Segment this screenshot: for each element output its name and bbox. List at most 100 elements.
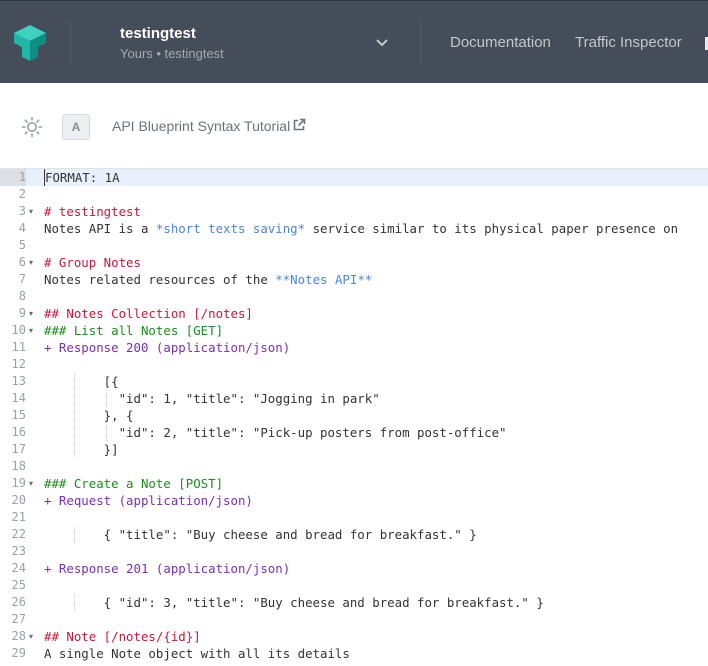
code-line[interactable]: 17 }] [0, 441, 708, 458]
code-line[interactable]: 26 { "id": 3, "title": "Buy cheese and b… [0, 594, 708, 611]
code-token: ## Notes Collection [/notes] [44, 306, 253, 321]
line-number: 9 [18, 306, 26, 320]
code-line[interactable]: 23 [0, 543, 708, 560]
code-token: ### Create a Note [POST] [44, 476, 224, 491]
code-editor[interactable]: 1 FORMAT: 1A 2 3 ▾ # testingtest 4 Notes API is… [0, 169, 708, 666]
line-number: 22 [11, 527, 26, 541]
code-token: service similar to its physical paper pr… [305, 221, 679, 236]
line-number: 6 [18, 255, 26, 269]
code-token: }, { [44, 408, 134, 423]
code-line[interactable]: 2 [0, 186, 708, 203]
code-text: + Request (application/json) [44, 492, 253, 509]
code-line[interactable]: 29 A single Note object with all its deta… [0, 645, 708, 662]
code-text: "id": 1, "title": "Jogging in park" [44, 390, 380, 407]
code-line[interactable]: 4 Notes API is a *short texts saving* ser… [0, 220, 708, 237]
code-token: ## Note [/notes/{id}] [44, 629, 201, 644]
line-number: 10 [11, 323, 26, 337]
code-line[interactable]: 19 ▾ ### Create a Note [POST] [0, 475, 708, 492]
project-name[interactable]: testingtest [120, 25, 196, 42]
line-number: 20 [11, 493, 26, 507]
line-number: 11 [11, 340, 26, 354]
fold-arrow-icon[interactable]: ▾ [29, 628, 37, 645]
code-token: # testingtest [44, 204, 141, 219]
code-line[interactable]: 12 [0, 356, 708, 373]
line-number: 29 [11, 646, 26, 660]
code-token: Notes API is a [44, 221, 156, 236]
code-text: + Response 200 (application/json) [44, 339, 290, 356]
code-text: "id": 2, "title": "Pick-up posters from … [44, 424, 507, 441]
code-line[interactable]: 22 { "title": "Buy cheese and bread for … [0, 526, 708, 543]
code-line[interactable]: 3 ▾ # testingtest [0, 203, 708, 220]
divider [420, 21, 421, 65]
code-text: + Response 201 (application/json) [44, 560, 290, 577]
indent-guide [106, 424, 107, 441]
code-token: [{ [44, 374, 119, 389]
code-line[interactable]: 27 [0, 611, 708, 628]
code-token: + Request (application/json) [44, 493, 253, 508]
code-token: "id": 1, "title": "Jogging in park" [44, 391, 380, 406]
code-line[interactable]: 7 Notes related resources of the **Notes … [0, 271, 708, 288]
code-line[interactable]: 5 [0, 237, 708, 254]
fold-arrow-icon[interactable]: ▾ [29, 475, 37, 492]
code-text: { "id": 3, "title": "Buy cheese and brea… [44, 594, 544, 611]
line-number: 16 [11, 425, 26, 439]
tutorial-link[interactable]: API Blueprint Syntax Tutorial [112, 118, 306, 134]
code-line[interactable]: 6 ▾ # Group Notes [0, 254, 708, 271]
line-number: 28 [11, 629, 26, 643]
code-text: ## Notes Collection [/notes] [44, 305, 253, 322]
line-number: 12 [11, 357, 26, 371]
code-line[interactable]: 21 [0, 509, 708, 526]
code-text: ### Create a Note [POST] [44, 475, 223, 492]
project-owner: Yours • testingtest [120, 46, 224, 61]
code-line[interactable]: 28 ▾ ## Note [/notes/{id}] [0, 628, 708, 645]
code-text: Notes API is a *short texts saving* serv… [44, 220, 678, 237]
line-number: 5 [18, 238, 26, 252]
nav-documentation[interactable]: Documentation [450, 34, 551, 51]
chevron-down-icon[interactable] [374, 35, 390, 51]
code-line[interactable]: 13 [{ [0, 373, 708, 390]
code-text: }, { [44, 407, 134, 424]
line-number: 13 [11, 374, 26, 388]
code-token: **Notes API** [275, 272, 373, 287]
line-number: 21 [11, 510, 26, 524]
code-line[interactable]: 20 + Request (application/json) [0, 492, 708, 509]
fold-arrow-icon[interactable]: ▾ [29, 322, 37, 339]
fold-arrow-icon[interactable]: ▾ [29, 254, 37, 271]
apiary-logo-icon[interactable] [10, 23, 50, 63]
code-text: FORMAT: 1A [44, 169, 120, 186]
code-text: }] [44, 441, 119, 458]
code-line[interactable]: 8 [0, 288, 708, 305]
line-number: 3 [18, 204, 26, 218]
code-text: # testingtest [44, 203, 141, 220]
code-line[interactable]: 1 FORMAT: 1A [0, 169, 708, 186]
line-number: 27 [11, 612, 26, 626]
code-text: { "title": "Buy cheese and bread for bre… [44, 526, 477, 543]
external-link-icon [293, 118, 306, 131]
code-text: Notes related resources of the **Notes A… [44, 271, 372, 288]
code-line[interactable]: 9 ▾ ## Notes Collection [/notes] [0, 305, 708, 322]
code-line[interactable]: 25 [0, 577, 708, 594]
divider [70, 21, 71, 65]
code-line[interactable]: 11 + Response 200 (application/json) [0, 339, 708, 356]
fold-arrow-icon[interactable]: ▾ [29, 305, 37, 322]
code-text: # Group Notes [44, 254, 141, 271]
nav-traffic-inspector[interactable]: Traffic Inspector [575, 34, 682, 51]
fold-arrow-icon[interactable]: ▾ [29, 203, 37, 220]
code-text: A single Note object with all its detail… [44, 645, 350, 662]
line-number: 17 [11, 442, 26, 456]
line-number: 14 [11, 391, 26, 405]
line-number: 2 [18, 187, 26, 201]
font-size-button[interactable]: A [62, 114, 90, 140]
code-line[interactable]: 18 [0, 458, 708, 475]
code-line[interactable]: 24 + Response 201 (application/json) [0, 560, 708, 577]
code-token: FORMAT: 1A [45, 170, 120, 185]
code-token: *short texts saving* [155, 221, 306, 236]
line-number: 26 [11, 595, 26, 609]
indent-guide [106, 390, 107, 407]
editor-toolbar: A API Blueprint Syntax Tutorial [0, 83, 708, 169]
code-line[interactable]: 10 ▾ ### List all Notes [GET] [0, 322, 708, 339]
code-token: { "title": "Buy cheese and bread for bre… [44, 527, 477, 542]
sun-icon[interactable] [21, 116, 43, 138]
code-line[interactable]: 15 }, { [0, 407, 708, 424]
code-token: A single Note object with all its detail… [44, 646, 350, 661]
